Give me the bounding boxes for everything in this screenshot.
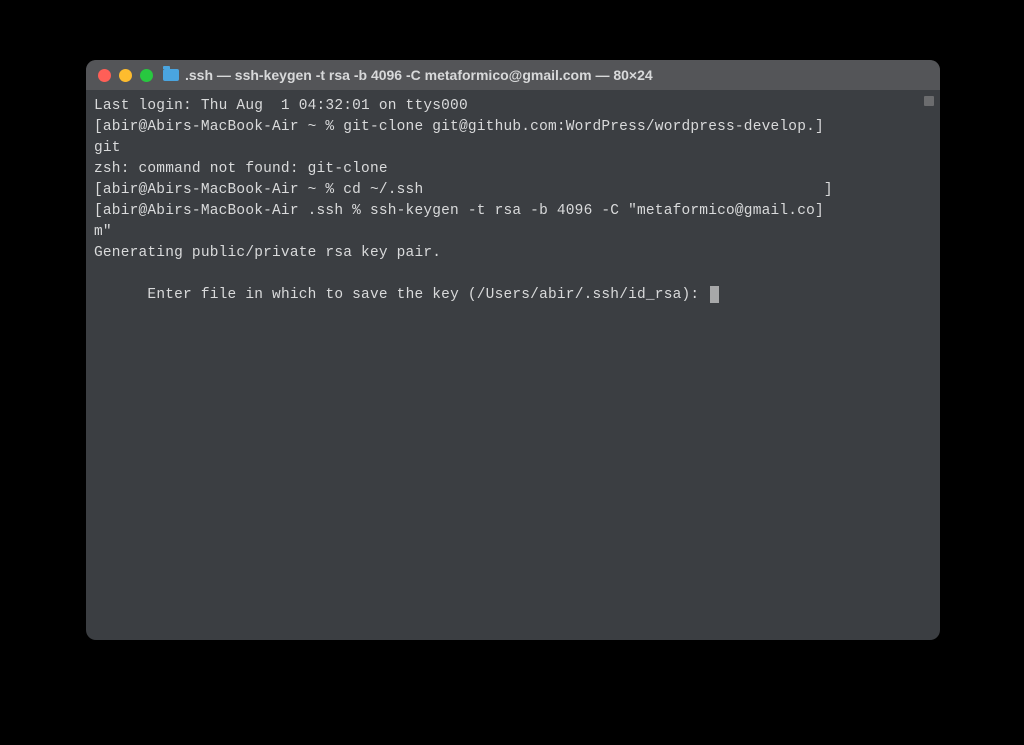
- window-titlebar: .ssh — ssh-keygen -t rsa -b 4096 -C meta…: [86, 60, 940, 90]
- terminal-prompt-text: Enter file in which to save the key (/Us…: [147, 287, 708, 303]
- traffic-lights: [98, 69, 153, 82]
- terminal-line: git: [94, 138, 932, 159]
- terminal-body[interactable]: Last login: Thu Aug 1 04:32:01 on ttys00…: [86, 90, 940, 640]
- close-button[interactable]: [98, 69, 111, 82]
- scrollbar-thumb[interactable]: [924, 96, 934, 106]
- window-title: .ssh — ssh-keygen -t rsa -b 4096 -C meta…: [185, 67, 653, 83]
- terminal-line: [abir@Abirs-MacBook-Air .ssh % ssh-keyge…: [94, 201, 932, 222]
- terminal-line: m": [94, 222, 932, 243]
- terminal-line: Generating public/private rsa key pair.: [94, 243, 932, 264]
- terminal-prompt-line: Enter file in which to save the key (/Us…: [94, 264, 932, 327]
- cursor-icon: [710, 286, 719, 303]
- minimize-button[interactable]: [119, 69, 132, 82]
- maximize-button[interactable]: [140, 69, 153, 82]
- terminal-line: zsh: command not found: git-clone: [94, 159, 932, 180]
- terminal-line: Last login: Thu Aug 1 04:32:01 on ttys00…: [94, 96, 932, 117]
- terminal-line: [abir@Abirs-MacBook-Air ~ % git-clone gi…: [94, 117, 932, 138]
- folder-icon: [163, 69, 179, 81]
- terminal-window: .ssh — ssh-keygen -t rsa -b 4096 -C meta…: [86, 60, 940, 640]
- terminal-line: [abir@Abirs-MacBook-Air ~ % cd ~/.ssh ]: [94, 180, 932, 201]
